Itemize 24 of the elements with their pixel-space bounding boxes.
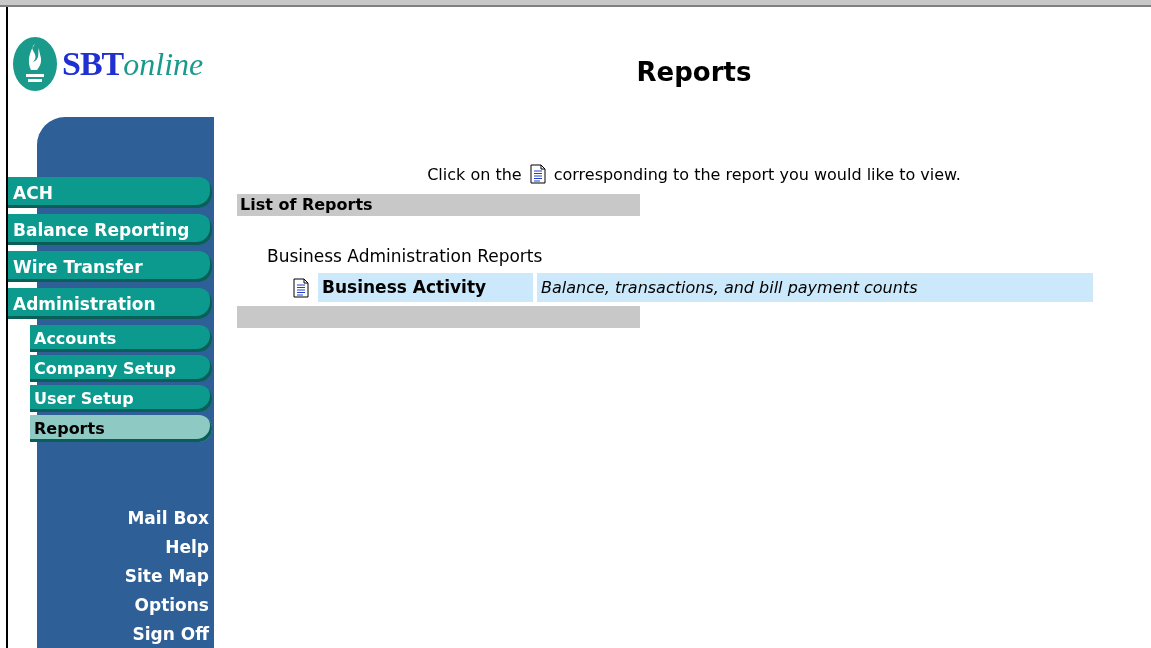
instruction-text: corresponding to the report you would like to view. (553, 165, 961, 184)
nav-link[interactable]: Options (134, 594, 209, 617)
instruction-text: Click on the (427, 165, 522, 184)
report-description: Balance, transactions, and bill payment counts (537, 273, 1093, 302)
nav-button[interactable]: Accounts (30, 325, 212, 352)
logo-text: SBTonline (62, 45, 204, 83)
torch-logo-icon (12, 36, 58, 92)
group-label: Business Administration Reports (267, 246, 544, 268)
report-link[interactable]: Business Activity (318, 273, 533, 302)
nav-button[interactable]: Reports (30, 415, 212, 442)
list-heading: List of Reports (237, 194, 640, 216)
nav-button[interactable]: Administration (8, 288, 212, 319)
nav-link[interactable]: Site Map (124, 565, 209, 588)
nav-button[interactable]: Company Setup (30, 355, 212, 382)
page-title: Reports (635, 56, 753, 89)
nav-link[interactable]: Mail Box (127, 507, 209, 530)
nav-button[interactable]: Wire Transfer (8, 251, 212, 282)
document-icon[interactable] (293, 277, 309, 298)
nav-link[interactable]: Help (165, 536, 209, 559)
nav-button[interactable]: User Setup (30, 385, 212, 412)
nav-link[interactable]: Sign Off (132, 623, 209, 646)
nav-button[interactable]: ACH (8, 177, 212, 208)
document-icon[interactable] (529, 164, 546, 184)
nav-button[interactable]: Balance Reporting (8, 214, 212, 245)
